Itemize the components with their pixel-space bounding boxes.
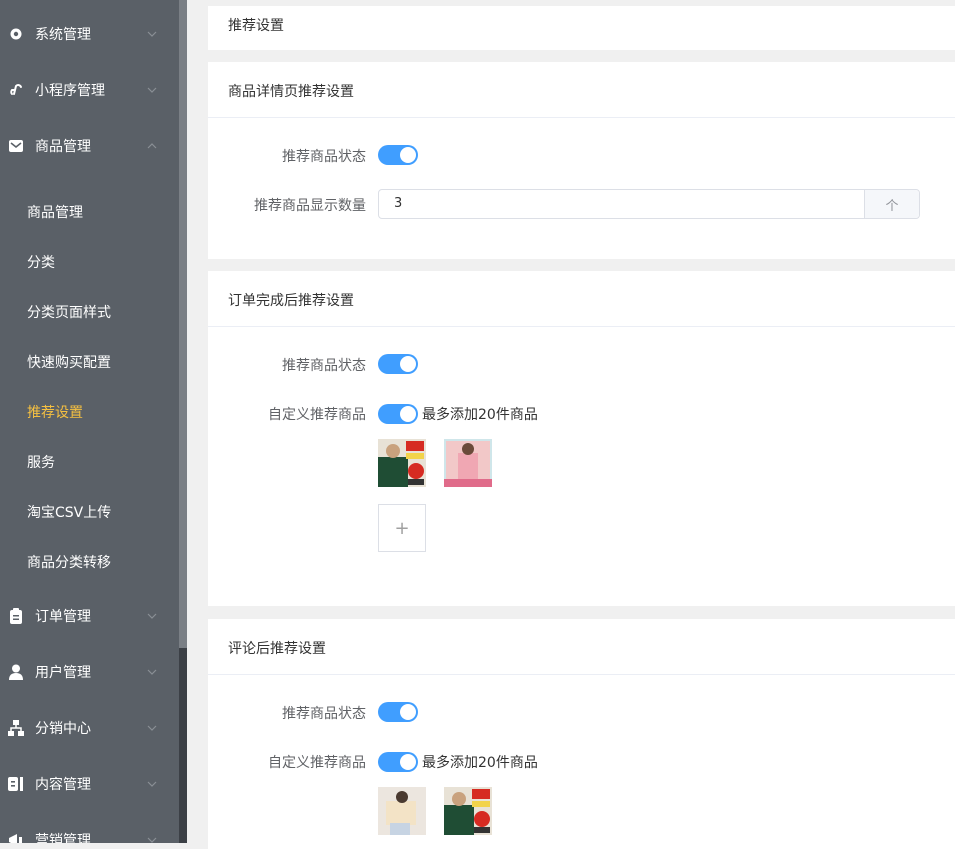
- menu-label: 内容管理: [35, 777, 91, 793]
- menu-label: 系统管理: [35, 27, 91, 43]
- chevron-down-icon: [147, 669, 157, 675]
- product-thumbnail[interactable]: [444, 787, 492, 835]
- card-title: 评论后推荐设置: [228, 641, 326, 657]
- switch-knob: [400, 754, 416, 770]
- submenu-category-transfer[interactable]: 商品分类转移: [0, 537, 180, 587]
- product-thumbnail[interactable]: [378, 439, 426, 487]
- menu-label: 用户管理: [35, 665, 91, 681]
- menu-label: 订单管理: [35, 609, 91, 625]
- submenu-label: 快速购买配置: [27, 355, 111, 371]
- page-title: 推荐设置: [228, 18, 284, 34]
- product-thumbnail[interactable]: [378, 787, 426, 835]
- chevron-up-icon: [147, 143, 157, 149]
- submenu-label: 分类页面样式: [27, 305, 111, 321]
- submenu-taobao-csv[interactable]: 淘宝CSV上传: [0, 487, 180, 537]
- card-header: 评论后推荐设置: [208, 619, 955, 675]
- menu-label: 小程序管理: [35, 83, 105, 99]
- submenu-goods[interactable]: 商品管理: [0, 187, 180, 237]
- clipboard-icon: [8, 608, 24, 624]
- submenu-quick-buy[interactable]: 快速购买配置: [0, 337, 180, 387]
- submenu-label: 服务: [27, 455, 55, 471]
- marketing-icon: [8, 832, 24, 843]
- menu-label: 分销中心: [35, 721, 91, 737]
- card-header: 商品详情页推荐设置: [208, 62, 955, 118]
- gear-icon: [8, 26, 24, 42]
- card-header: 订单完成后推荐设置: [208, 271, 955, 327]
- submenu-recommend[interactable]: 推荐设置: [0, 387, 180, 437]
- menu-marketing[interactable]: 营销管理: [0, 812, 180, 843]
- card-title: 商品详情页推荐设置: [228, 84, 354, 100]
- chevron-down-icon: [147, 725, 157, 731]
- link-icon: [8, 82, 24, 98]
- order-custom-switch[interactable]: [378, 404, 418, 424]
- submenu-label: 商品分类转移: [27, 555, 111, 571]
- comment-recommend-card: 评论后推荐设置 推荐商品状态 自定义推荐商品 最多添加20件商品: [208, 619, 955, 849]
- switch-knob: [400, 406, 416, 422]
- status-label: 推荐商品状态: [282, 358, 366, 374]
- chevron-down-icon: [147, 87, 157, 93]
- menu-system[interactable]: 系统管理: [0, 6, 180, 62]
- order-recommend-card: 订单完成后推荐设置 推荐商品状态 自定义推荐商品 最多添加20件商品 +: [208, 271, 955, 606]
- count-value: 3: [394, 196, 403, 211]
- switch-knob: [400, 147, 416, 163]
- detail-status-switch[interactable]: [378, 145, 418, 165]
- status-label: 推荐商品状态: [282, 706, 366, 722]
- user-icon: [8, 664, 24, 680]
- submenu-category-style[interactable]: 分类页面样式: [0, 287, 180, 337]
- menu-order[interactable]: 订单管理: [0, 588, 180, 644]
- detail-recommend-card: 商品详情页推荐设置 推荐商品状态 推荐商品显示数量 3 个: [208, 62, 955, 259]
- submenu-category[interactable]: 分类: [0, 237, 180, 287]
- custom-label: 自定义推荐商品: [268, 407, 366, 423]
- add-product-button[interactable]: +: [378, 504, 426, 552]
- comment-status-switch[interactable]: [378, 702, 418, 722]
- submenu-label: 推荐设置: [27, 405, 83, 421]
- menu-user[interactable]: 用户管理: [0, 644, 180, 700]
- submenu-label: 淘宝CSV上传: [27, 505, 112, 521]
- status-label: 推荐商品状态: [282, 149, 366, 165]
- card-title: 订单完成后推荐设置: [228, 293, 354, 309]
- mail-icon: [8, 138, 24, 154]
- custom-hint: 最多添加20件商品: [422, 755, 538, 771]
- switch-knob: [400, 704, 416, 720]
- submenu-label: 商品管理: [27, 205, 83, 221]
- menu-distribution[interactable]: 分销中心: [0, 700, 180, 756]
- custom-hint: 最多添加20件商品: [422, 407, 538, 423]
- menu-goods[interactable]: 商品管理: [0, 118, 180, 174]
- custom-label: 自定义推荐商品: [268, 755, 366, 771]
- chevron-down-icon: [147, 613, 157, 619]
- product-thumbnail[interactable]: [444, 439, 492, 487]
- menu-label: 营销管理: [35, 833, 91, 843]
- count-input[interactable]: 3 个: [378, 189, 920, 219]
- chevron-down-icon: [147, 31, 157, 37]
- sitemap-icon: [8, 720, 24, 736]
- switch-knob: [400, 356, 416, 372]
- menu-miniprogram[interactable]: 小程序管理: [0, 62, 180, 118]
- page-header-card: 推荐设置: [208, 6, 955, 50]
- sidebar: 系统管理 小程序管理 商品管理 商品管理 分类 分类页面样式 快速购买配置 推荐…: [0, 0, 180, 843]
- content-icon: [8, 776, 24, 792]
- submenu-service[interactable]: 服务: [0, 437, 180, 487]
- order-status-switch[interactable]: [378, 354, 418, 374]
- count-label: 推荐商品显示数量: [254, 198, 366, 214]
- count-unit: 个: [864, 190, 919, 218]
- sidebar-scrollbar-thumb[interactable]: [179, 0, 187, 648]
- comment-custom-switch[interactable]: [378, 752, 418, 772]
- chevron-down-icon: [147, 837, 157, 843]
- menu-label: 商品管理: [35, 139, 91, 155]
- menu-content[interactable]: 内容管理: [0, 756, 180, 812]
- submenu-label: 分类: [27, 255, 55, 271]
- chevron-down-icon: [147, 781, 157, 787]
